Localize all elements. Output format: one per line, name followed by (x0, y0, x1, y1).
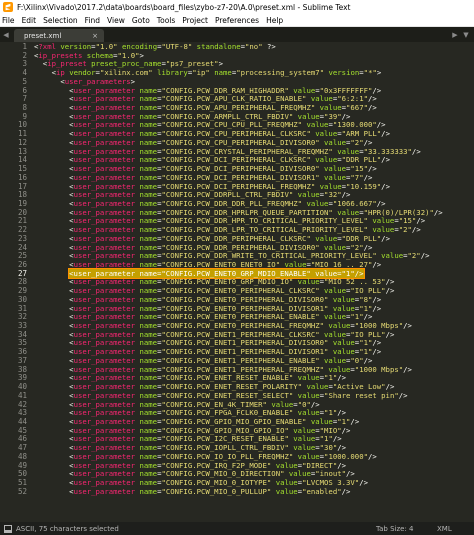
code-editor[interactable]: 1 2 3 4 5 6 7 8 9 10 11 12 13 14 15 16 17 18 19 20 21 22 23 24 2… (0, 42, 474, 522)
menu-help[interactable]: Help (266, 16, 283, 25)
syntax-indicator[interactable]: XML (437, 525, 452, 533)
menu-find[interactable]: Find (85, 16, 100, 25)
sublime-app-icon (3, 2, 13, 12)
line-number: 52 (17, 486, 27, 496)
scroll-tabs-right-icon[interactable]: ▶ (450, 27, 460, 42)
menu-view[interactable]: View (107, 16, 125, 25)
menu-preferences[interactable]: Preferences (215, 16, 259, 25)
title-bar: F:\Xilinx\Vivado\2017.2\data\boards\boar… (0, 0, 474, 14)
menu-project[interactable]: Project (182, 16, 208, 25)
tab-strip: ◀ preset.xml × ▶ ▼ (0, 27, 474, 42)
code-area[interactable]: <?xml version="1.0" encoding="UTF-8" sta… (34, 42, 474, 522)
tab-close-icon[interactable]: × (92, 32, 98, 40)
status-bar: ASCII, 75 characters selected Tab Size: … (0, 522, 474, 535)
scroll-tabs-left-icon[interactable]: ◀ (1, 27, 11, 42)
menu-bar: File Edit Selection Find View Goto Tools Projec… (0, 14, 474, 27)
menu-goto[interactable]: Goto (132, 16, 150, 25)
tab-label: preset.xml (24, 31, 62, 40)
tab-preset-xml[interactable]: preset.xml × (14, 29, 104, 42)
menu-tools[interactable]: Tools (157, 16, 175, 25)
status-selection-info: ASCII, 75 characters selected (16, 524, 119, 533)
window-title: F:\Xilinx\Vivado\2017.2\data\boards\boar… (17, 2, 351, 12)
menu-edit[interactable]: Edit (22, 16, 37, 25)
menu-selection[interactable]: Selection (43, 16, 78, 25)
menu-file[interactable]: File (2, 16, 15, 25)
panel-toggle-icon[interactable] (4, 524, 12, 533)
code-line: <user_parameter name="CONFIG.PCW_MIO_0_P… (69, 486, 351, 496)
line-number-gutter: 1 2 3 4 5 6 7 8 9 10 11 12 13 14 15 16 17 18 19 20 21 22 23 24 2… (0, 42, 30, 522)
tab-size-indicator[interactable]: Tab Size: 4 (376, 525, 413, 533)
tab-list-dropdown-icon[interactable]: ▼ (461, 27, 471, 42)
